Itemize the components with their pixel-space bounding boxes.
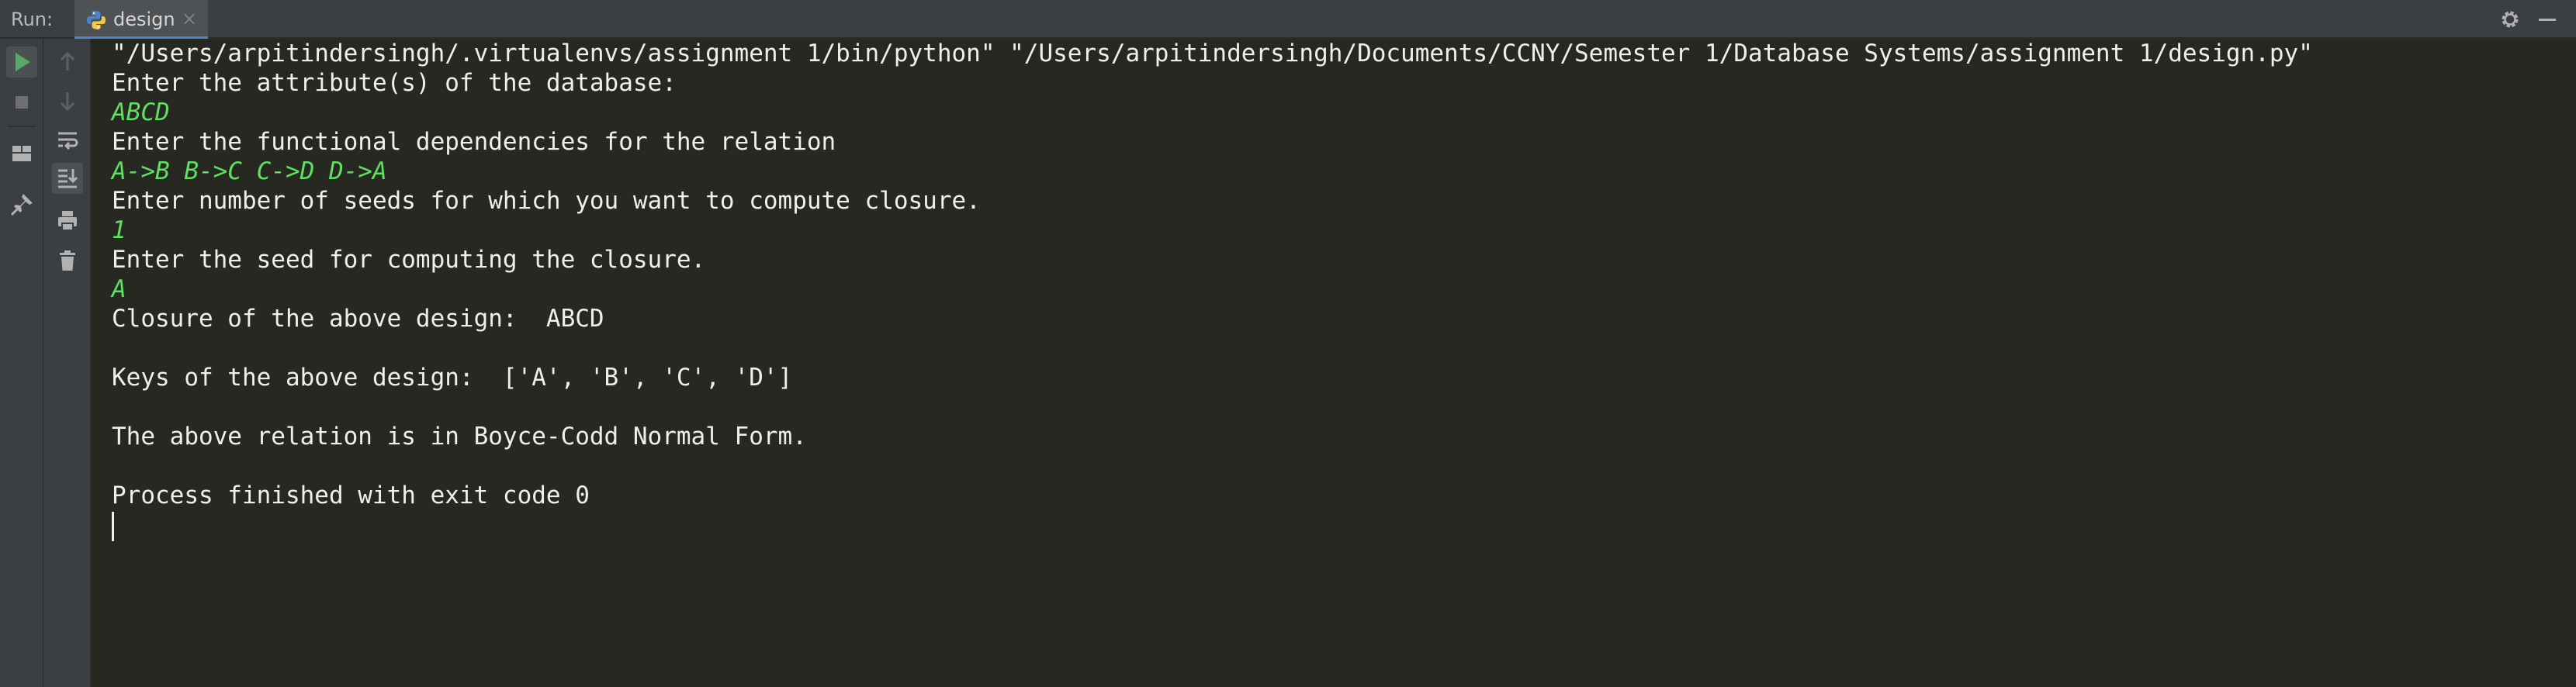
stop-icon bbox=[6, 87, 37, 118]
trash-icon bbox=[52, 245, 83, 276]
console-line-input-attributes: ABCD bbox=[112, 98, 170, 126]
play-icon bbox=[6, 47, 37, 78]
toolbar-separator bbox=[8, 126, 36, 127]
print-icon bbox=[52, 205, 83, 236]
run-toolbar-secondary bbox=[43, 39, 92, 687]
gear-icon[interactable] bbox=[2498, 8, 2522, 31]
console-line-input-fds: A->B B->C C->D D->A bbox=[112, 157, 387, 185]
rerun-button[interactable] bbox=[6, 47, 37, 78]
console-line-input-seeds: 1 bbox=[112, 216, 126, 244]
pin-icon bbox=[6, 189, 37, 220]
scroll-end-icon bbox=[52, 163, 83, 194]
console-line-closure: Closure of the above design: ABCD bbox=[112, 305, 604, 333]
tab-label: design bbox=[113, 9, 175, 30]
console-line-command: "/Users/arpitindersingh/.virtualenvs/ass… bbox=[112, 40, 2313, 67]
run-header: Run: design × bbox=[0, 0, 2576, 39]
text-cursor bbox=[112, 512, 114, 541]
console-line-prompt-fds: Enter the functional dependencies for th… bbox=[112, 128, 836, 156]
minimize-icon[interactable] bbox=[2539, 19, 2556, 21]
clear-all-button[interactable] bbox=[52, 245, 83, 276]
console-line-prompt-seed: Enter the seed for computing the closure… bbox=[112, 246, 706, 274]
console-line-exit-code: Process finished with exit code 0 bbox=[112, 482, 590, 509]
console-line-input-seed: A bbox=[112, 275, 126, 303]
close-icon[interactable]: × bbox=[182, 8, 197, 29]
run-label: Run: bbox=[11, 9, 54, 30]
console-line-prompt-seeds: Enter number of seeds for which you want… bbox=[112, 187, 981, 215]
console-line-normal-form: The above relation is in Boyce-Codd Norm… bbox=[112, 423, 807, 451]
scroll-up-button[interactable] bbox=[52, 47, 83, 78]
print-button[interactable] bbox=[52, 205, 83, 236]
run-tool-window: Run: design × "/Users/arpitindersingh/.v… bbox=[0, 0, 2576, 687]
scroll-to-end-button[interactable] bbox=[52, 163, 83, 194]
scroll-down-button[interactable] bbox=[52, 85, 83, 116]
arrow-up-icon bbox=[52, 47, 83, 78]
pin-tab-button[interactable] bbox=[6, 189, 37, 220]
run-toolbar-primary bbox=[0, 39, 43, 687]
restore-layout-button[interactable] bbox=[6, 138, 37, 169]
layout-icon bbox=[6, 138, 37, 169]
soft-wrap-button[interactable] bbox=[52, 124, 83, 155]
console-line-keys: Keys of the above design: ['A', 'B', 'C'… bbox=[112, 364, 793, 392]
tab-design[interactable]: design × bbox=[74, 0, 208, 39]
stop-button[interactable] bbox=[6, 87, 37, 118]
arrow-down-icon bbox=[52, 85, 83, 116]
console-output[interactable]: "/Users/arpitindersingh/.virtualenvs/ass… bbox=[92, 39, 2576, 687]
console-line-prompt-attributes: Enter the attribute(s) of the database: bbox=[112, 69, 677, 97]
wrap-icon bbox=[52, 124, 83, 155]
python-icon bbox=[85, 9, 107, 31]
